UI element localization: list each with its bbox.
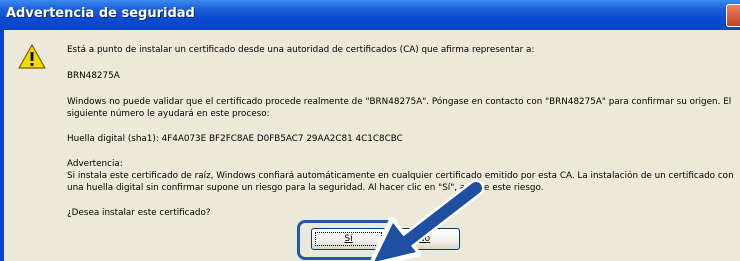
- intro-text: Está a punto de instalar un certificado …: [67, 45, 535, 55]
- title-bar[interactable]: Advertencia de seguridad: [0, 0, 740, 30]
- close-button[interactable]: [726, 4, 740, 27]
- validate-text-line-2: siguiente número le ayudará en este proc…: [67, 109, 270, 119]
- warning-heading: Advertencia:: [67, 159, 123, 169]
- dialog-body: Está a punto de instalar un certificado …: [4, 30, 740, 261]
- thumbprint-text: Huella digital (sha1): 4F4A073E BF2FC8AE…: [67, 134, 403, 144]
- validate-text-line-1: Windows no puede validar que el certific…: [67, 97, 732, 107]
- warning-icon: [18, 44, 46, 69]
- question-text: ¿Desea instalar este certificado?: [67, 208, 211, 218]
- arrow-icon: [370, 180, 485, 261]
- ca-name: BRN48275A: [67, 71, 120, 81]
- window-title: Advertencia de seguridad: [6, 6, 195, 21]
- security-warning-dialog: Advertencia de seguridad Está a punto de…: [0, 0, 740, 261]
